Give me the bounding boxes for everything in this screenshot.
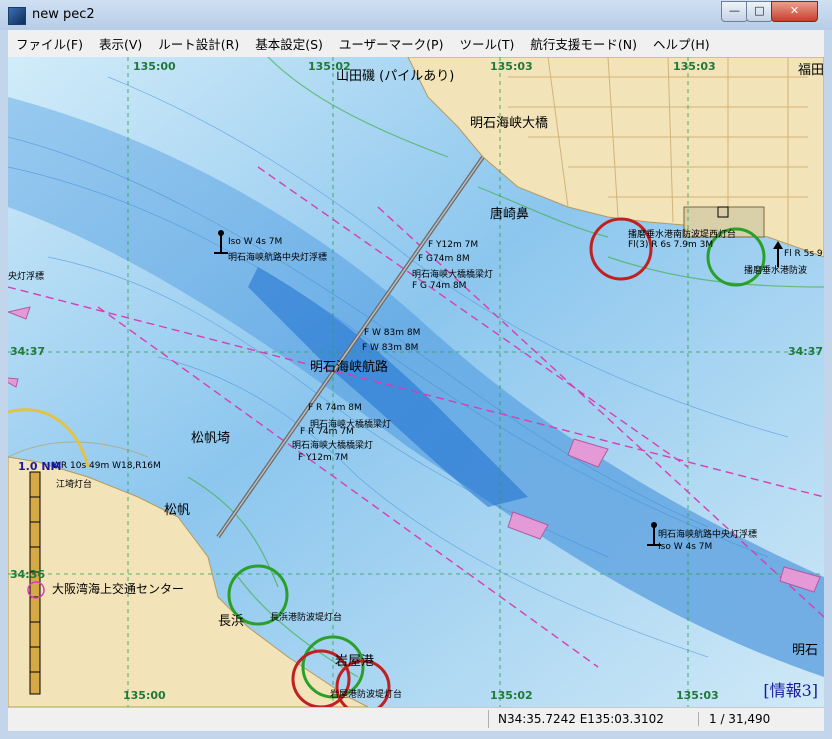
- label-edo-char: WR 10s 49m W18,R16M: [52, 461, 161, 471]
- info-label[interactable]: [情報3]: [763, 677, 818, 701]
- label-fukuda: 福田: [798, 63, 824, 78]
- menu-bar: ファイル(F) 表示(V) ルート設計(R) 基本設定(S) ユーザーマーク(P…: [8, 30, 824, 58]
- coord-top-2: 135:02: [308, 60, 351, 73]
- coord-left-2: 34:36: [10, 568, 46, 581]
- label-bridge-c2: F W 83m 8M: [362, 343, 419, 353]
- label-matsuho: 松帆: [164, 503, 191, 518]
- label-buoy-se-char: Iso W 4s 7M: [658, 542, 713, 552]
- label-karasaki: 唐崎鼻: [490, 207, 530, 222]
- label-bridge-n3: 明石海峡大橋橋梁灯: [412, 270, 494, 280]
- menu-tools[interactable]: ツール(T): [451, 34, 522, 53]
- status-bar: N34:35.7242 E135:03.3102 1 / 31,490: [8, 707, 824, 732]
- label-bridge-s1: F R 74m 8M: [308, 403, 362, 413]
- label-nagahama-light: 長浜港防波堤灯台: [270, 613, 343, 623]
- menu-route-design[interactable]: ルート設計(R): [150, 34, 247, 53]
- coord-left-1: 34:37: [10, 345, 46, 358]
- menu-file[interactable]: ファイル(F): [8, 34, 91, 53]
- window-border-right: [824, 30, 832, 739]
- label-buoy-nw-name: 明石海峡航路中央灯浮標: [228, 253, 328, 263]
- label-bridge-s3: F R 74m 7M: [300, 427, 354, 437]
- label-matsuho-saki: 松帆埼: [191, 431, 231, 446]
- label-akashi: 明石: [792, 643, 819, 658]
- label-iwaya-light: 岩屋港防波堤灯台: [330, 690, 403, 700]
- coord-bottom-1: 135:00: [123, 689, 166, 702]
- chart-canvas[interactable]: [8, 57, 824, 707]
- coord-top-3: 135:03: [490, 60, 533, 73]
- label-channel: 明石海峡航路: [310, 360, 389, 375]
- coord-bottom-2: 135:02: [490, 689, 533, 702]
- label-bridge-n4: F G 74m 8M: [412, 281, 467, 291]
- window-title: new pec2: [32, 7, 95, 22]
- label-east-char: Fl R 5s 9: [784, 249, 823, 259]
- menu-navigation-mode[interactable]: 航行支援モード(N): [522, 34, 645, 53]
- status-divider: [488, 710, 489, 728]
- label-buoy-left: 央灯浮標: [8, 272, 45, 282]
- label-east-name: 播磨垂水港防波: [744, 266, 808, 276]
- label-harima-char: Fl(3) R 6s 7.9m 3M: [628, 240, 714, 250]
- menu-user-mark[interactable]: ユーザーマーク(P): [331, 34, 452, 53]
- label-yamada: 山田磯 (パイルあり): [336, 69, 455, 84]
- label-bridge: 明石海峡大橋: [470, 116, 549, 131]
- close-button[interactable]: ✕: [771, 1, 818, 22]
- label-harima-light: 播磨垂水港南防波堤西灯台: [628, 230, 737, 240]
- app-icon: [8, 7, 26, 25]
- label-bridge-s5: F Y12m 7M: [298, 453, 349, 463]
- coord-bottom-3: 135:03: [676, 689, 719, 702]
- label-buoy-se-name: 明石海峡航路中央灯浮標: [658, 530, 758, 540]
- scale-label: 1.0 NM: [18, 460, 62, 473]
- maximize-button[interactable]: □: [746, 1, 773, 22]
- menu-view[interactable]: 表示(V): [91, 34, 150, 53]
- window-border-left: [0, 30, 8, 739]
- coord-top-1: 135:00: [133, 60, 176, 73]
- label-edo-light: 江埼灯台: [56, 480, 93, 490]
- status-coordinates: N34:35.7242 E135:03.3102: [498, 712, 664, 726]
- chart-map[interactable]: 山田磯 (パイルあり) 明石海峡大橋 唐崎鼻 福田 松帆埼 松帆 長浜 岩屋港 …: [8, 57, 824, 707]
- label-nagahama: 長浜: [218, 614, 245, 629]
- label-traffic-center: 大阪湾海上交通センター: [52, 582, 185, 596]
- status-scale: 1 / 31,490: [698, 712, 829, 726]
- coord-top-4: 135:03: [673, 60, 716, 73]
- minimize-button[interactable]: —: [721, 1, 748, 22]
- label-bridge-c1: F W 83m 8M: [364, 328, 421, 338]
- label-bridge-n2: F G74m 8M: [418, 254, 470, 264]
- menu-help[interactable]: ヘルプ(H): [645, 34, 718, 53]
- label-iwaya: 岩屋港: [335, 654, 375, 669]
- label-buoy-nw-char: Iso W 4s 7M: [228, 237, 283, 247]
- menu-settings[interactable]: 基本設定(S): [247, 34, 331, 53]
- title-bar: new pec2 — □ ✕: [0, 0, 832, 31]
- label-bridge-n1: F Y12m 7M: [428, 240, 479, 250]
- window-border-bottom: [0, 731, 832, 739]
- label-bridge-s4: 明石海峡大橋橋梁灯: [292, 441, 374, 451]
- coord-right-1: 34:37: [788, 345, 824, 358]
